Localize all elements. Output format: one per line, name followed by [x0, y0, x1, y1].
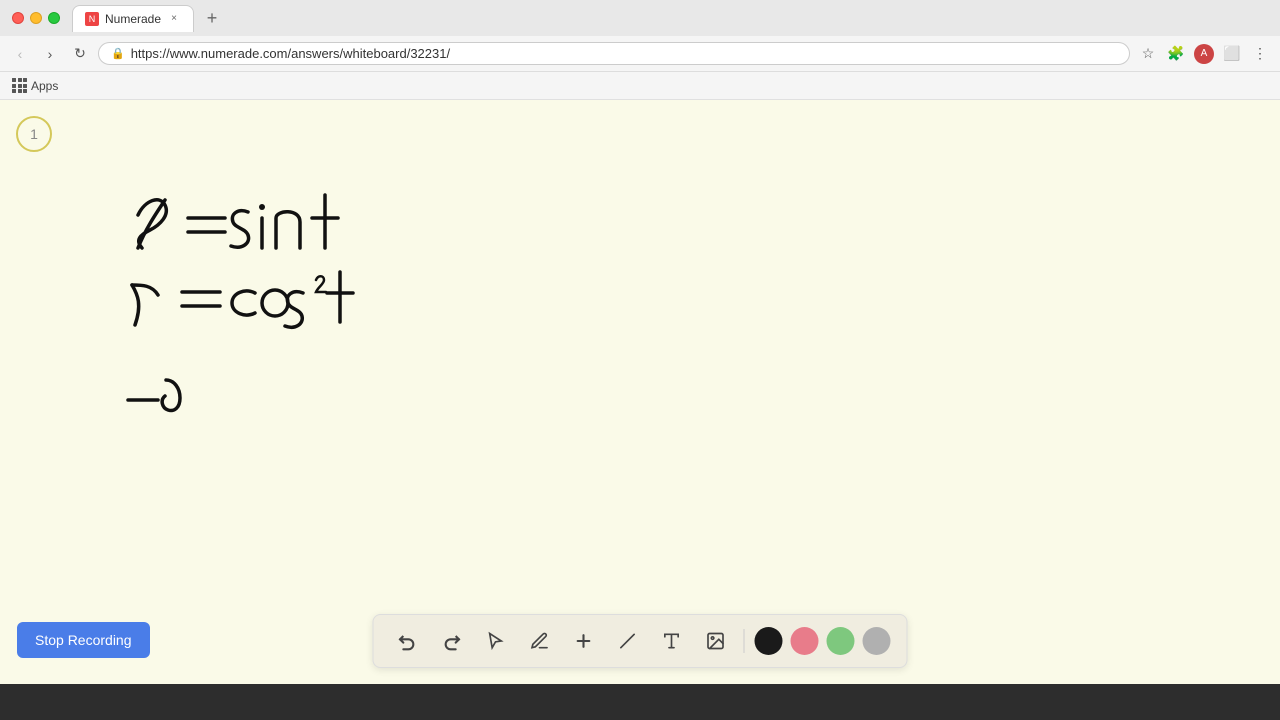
- bookmarks-bar: Apps: [0, 72, 1280, 100]
- browser-tab[interactable]: N Numerade ×: [72, 5, 194, 32]
- apps-grid-icon: [12, 78, 27, 93]
- color-black-swatch[interactable]: [755, 627, 783, 655]
- maximize-button[interactable]: [48, 12, 60, 24]
- undo-button[interactable]: [390, 623, 426, 659]
- select-tool-button[interactable]: [478, 623, 514, 659]
- color-gray-swatch[interactable]: [863, 627, 891, 655]
- image-tool-button[interactable]: [698, 623, 734, 659]
- profile-button[interactable]: A: [1192, 42, 1216, 66]
- nav-actions: ☆ 🧩 A ⬜ ⋮: [1136, 42, 1272, 66]
- extensions-button[interactable]: 🧩: [1164, 42, 1188, 66]
- text-tool-button[interactable]: [654, 623, 690, 659]
- math-drawing: [70, 140, 470, 500]
- title-bar: N Numerade × +: [0, 0, 1280, 36]
- page-content: 1: [0, 100, 1280, 684]
- new-tab-button[interactable]: +: [198, 4, 226, 32]
- address-text: https://www.numerade.com/answers/whitebo…: [131, 46, 1117, 61]
- apps-label: Apps: [31, 79, 58, 93]
- nav-bar: ‹ › ↻ 🔒 https://www.numerade.com/answers…: [0, 36, 1280, 72]
- stop-recording-button[interactable]: Stop Recording: [17, 622, 150, 658]
- bookmark-star-button[interactable]: ☆: [1136, 42, 1160, 66]
- color-green-swatch[interactable]: [827, 627, 855, 655]
- back-button[interactable]: ‹: [8, 42, 32, 66]
- toolbar-divider: [744, 629, 745, 653]
- bottom-toolbar: [373, 614, 908, 668]
- cast-button[interactable]: ⬜: [1220, 42, 1244, 66]
- browser-chrome: N Numerade × + ‹ › ↻ 🔒 https://www.numer…: [0, 0, 1280, 100]
- tab-favicon: N: [85, 12, 99, 26]
- highlight-tool-button[interactable]: [610, 623, 646, 659]
- add-element-button[interactable]: [566, 623, 602, 659]
- pen-tool-button[interactable]: [522, 623, 558, 659]
- refresh-button[interactable]: ↻: [68, 42, 92, 66]
- address-bar[interactable]: 🔒 https://www.numerade.com/answers/white…: [98, 42, 1130, 65]
- tab-close-button[interactable]: ×: [167, 12, 181, 26]
- close-button[interactable]: [12, 12, 24, 24]
- color-pink-swatch[interactable]: [791, 627, 819, 655]
- apps-bookmark[interactable]: Apps: [12, 78, 58, 93]
- traffic-lights: [12, 12, 60, 24]
- forward-button[interactable]: ›: [38, 42, 62, 66]
- redo-button[interactable]: [434, 623, 470, 659]
- lock-icon: 🔒: [111, 47, 125, 60]
- tab-title: Numerade: [105, 12, 161, 26]
- whiteboard-canvas[interactable]: [0, 100, 1280, 684]
- menu-button[interactable]: ⋮: [1248, 42, 1272, 66]
- minimize-button[interactable]: [30, 12, 42, 24]
